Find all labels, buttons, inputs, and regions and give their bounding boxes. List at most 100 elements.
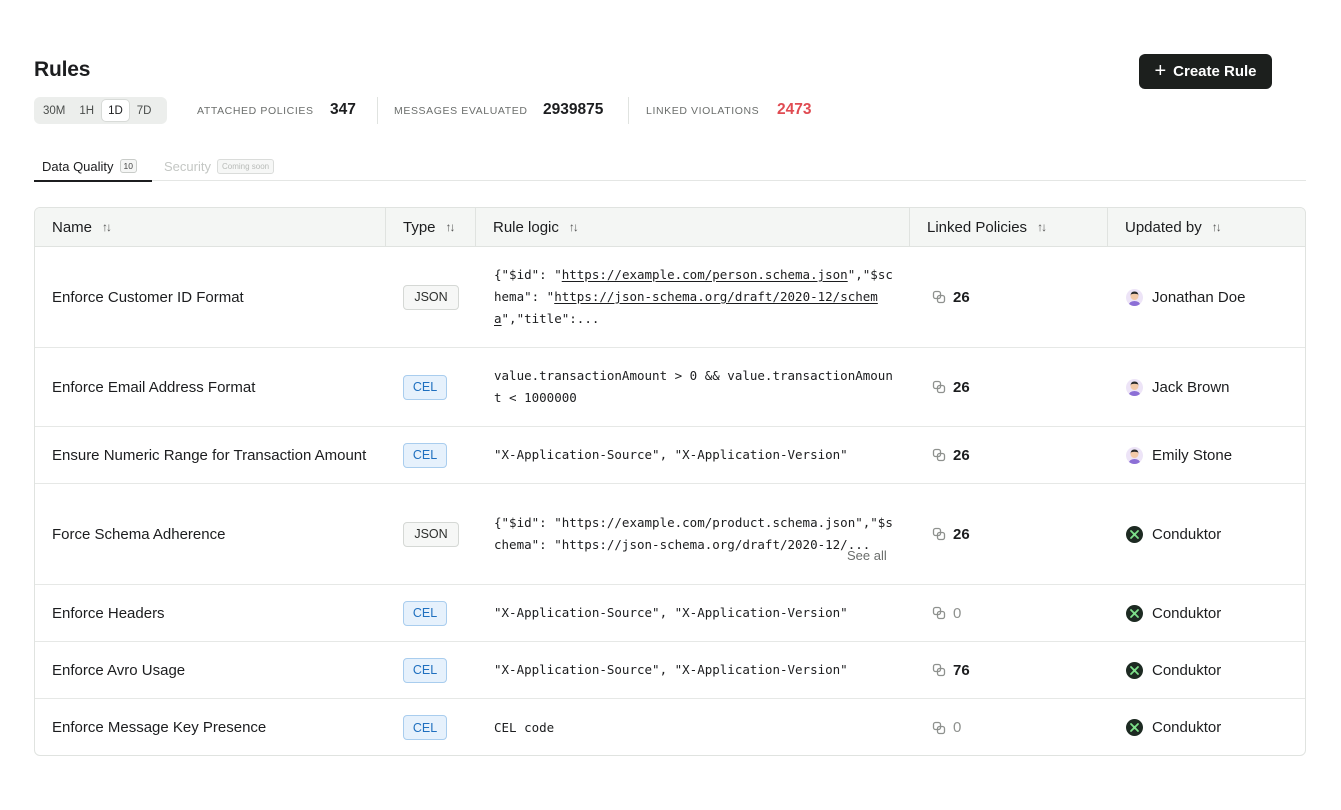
conduktor-logo-icon [1126,661,1143,679]
updated-by-cell: Jonathan Doe [1126,247,1245,347]
linked-violations-value: 2473 [777,101,812,118]
column-title: Type [403,218,436,236]
rule-type-cell: JSON [403,484,459,584]
rule-logic-cell: "X-Application-Source", "X-Application-V… [494,427,894,483]
rule-type-badge: CEL [403,600,447,626]
linked-policies-cell[interactable]: 26 [932,247,970,347]
column-title: Updated by [1125,218,1202,236]
messages-evaluated-label: MESSAGES EVALUATED [394,105,528,117]
rule-logic-cell: "X-Application-Source", "X-Application-V… [494,585,894,641]
rule-logic-cell: "X-Application-Source", "X-Application-V… [494,642,894,698]
column-header-type[interactable]: Type ↑↓ [386,208,476,246]
updated-by-cell: Emily Stone [1126,427,1232,483]
link-icon [932,448,946,462]
table-row[interactable]: Force Schema Adherence JSON {"$id": "htt… [35,484,1305,585]
rule-name[interactable]: Enforce Email Address Format [52,348,392,426]
rule-logic: value.transactionAmount > 0 && value.tra… [494,368,893,405]
rule-name[interactable]: Enforce Avro Usage [52,642,392,698]
rule-type-badge: CEL [403,374,447,400]
attached-policies-label: ATTACHED POLICIES [197,105,314,117]
linked-policies-cell[interactable]: 0 [932,585,961,641]
column-title: Name [52,218,93,236]
link-icon [932,290,946,304]
table-row[interactable]: Enforce Email Address Format CEL value.t… [35,348,1305,427]
column-header-rule-logic[interactable]: Rule logic ↑↓ [476,208,910,246]
link-icon [932,606,946,620]
rule-name[interactable]: Force Schema Adherence [52,484,392,584]
updated-by-name: Conduktor [1152,525,1222,543]
rule-name[interactable]: Enforce Customer ID Format [52,247,392,347]
rule-name[interactable]: Enforce Message Key Presence [52,699,392,755]
updated-by-cell: Conduktor [1126,699,1221,755]
coming-soon-badge: Coming soon [216,159,275,174]
user-avatar-icon [1126,288,1143,306]
see-all-link[interactable]: See all [847,548,887,563]
rule-logic-cell: CEL code [494,699,894,755]
tab-security: Security Coming soon [164,152,275,181]
tab-count-badge: 10 [119,159,138,173]
table-row[interactable]: Ensure Numeric Range for Transaction Amo… [35,427,1305,484]
updated-by-name: Conduktor [1152,661,1222,679]
updated-by-name: Conduktor [1152,604,1222,622]
tab-label: Security [164,159,211,174]
table-row[interactable]: Enforce Headers CEL "X-Application-Sourc… [35,585,1305,642]
linked-policies-cell[interactable]: 26 [932,348,970,426]
tab-label: Data Quality [42,158,114,174]
rule-type-badge: JSON [403,284,459,310]
time-range-30m[interactable]: 30M [37,100,71,121]
linked-policies-cell[interactable]: 26 [932,484,970,584]
sort-icon[interactable]: ↑↓ [1212,220,1222,234]
rule-logic: "X-Application-Source", "X-Application-V… [494,605,848,620]
rule-type-badge: CEL [403,657,447,683]
linked-policies-count: 26 [953,378,970,396]
linked-policies-cell[interactable]: 26 [932,427,970,483]
link-icon [932,527,946,541]
linked-policies-cell[interactable]: 0 [932,699,962,755]
link-icon [932,380,946,394]
rule-logic: "X-Application-Source", "X-Application-V… [494,662,848,677]
rule-logic: "X-Application-Source", "X-Application-V… [494,447,848,462]
table-header: Name ↑↓ Type ↑↓ Rule logic ↑↓ Linked Polici… [35,208,1305,247]
time-range-1d[interactable]: 1D [102,100,129,121]
rule-name[interactable]: Ensure Numeric Range for Transaction Amo… [52,427,392,483]
create-rule-button[interactable]: + Create Rule [1139,54,1272,89]
rule-type-cell: CEL [403,699,447,755]
table-row[interactable]: Enforce Avro Usage CEL "X-Application-So… [35,642,1305,699]
linked-policies-count: 0 [953,719,962,736]
column-header-name[interactable]: Name ↑↓ [35,208,386,246]
sort-icon[interactable]: ↑↓ [569,220,579,234]
time-range-7d[interactable]: 7D [131,100,158,121]
linked-policies-count: 76 [953,661,970,679]
updated-by-cell: Conduktor [1126,642,1221,698]
table-row[interactable]: Enforce Message Key Presence CEL CEL cod… [35,699,1305,755]
sort-icon[interactable]: ↑↓ [1037,220,1047,234]
table-row[interactable]: Enforce Customer ID Format JSON {"$id": … [35,247,1305,348]
tab-data-quality[interactable]: Data Quality 10 [34,152,152,182]
rule-logic: CEL code [494,719,555,735]
divider [628,97,629,124]
linked-policies-count: 26 [953,525,970,543]
linked-policies-cell[interactable]: 76 [932,642,970,698]
time-range-1h[interactable]: 1H [73,100,100,121]
rule-type-cell: CEL [403,585,447,641]
rule-logic: {"$id": "https://example.com/person.sche… [494,267,893,326]
sort-icon[interactable]: ↑↓ [446,220,456,234]
rule-type-badge: CEL [403,715,447,740]
conduktor-logo-icon [1126,719,1143,736]
column-title: Rule logic [493,218,559,236]
rule-type-cell: CEL [403,348,447,426]
user-avatar-icon [1126,378,1143,396]
user-avatar-icon [1126,446,1143,464]
rule-logic-cell: {"$id": "https://example.com/person.sche… [494,247,894,347]
linked-violations-label: LINKED VIOLATIONS [646,105,760,117]
link-icon [932,721,946,735]
column-header-linked-policies[interactable]: Linked Policies ↑↓ [910,208,1108,246]
rule-logic: {"$id": "https://example.com/product.sch… [494,515,893,552]
rule-type-cell: JSON [403,247,459,347]
rule-type-badge: CEL [403,442,447,468]
updated-by-name: Jonathan Doe [1152,288,1246,306]
messages-evaluated-value: 2939875 [543,101,604,118]
rule-name[interactable]: Enforce Headers [52,585,392,641]
sort-icon[interactable]: ↑↓ [102,220,112,234]
column-header-updated-by[interactable]: Updated by ↑↓ [1108,208,1305,246]
